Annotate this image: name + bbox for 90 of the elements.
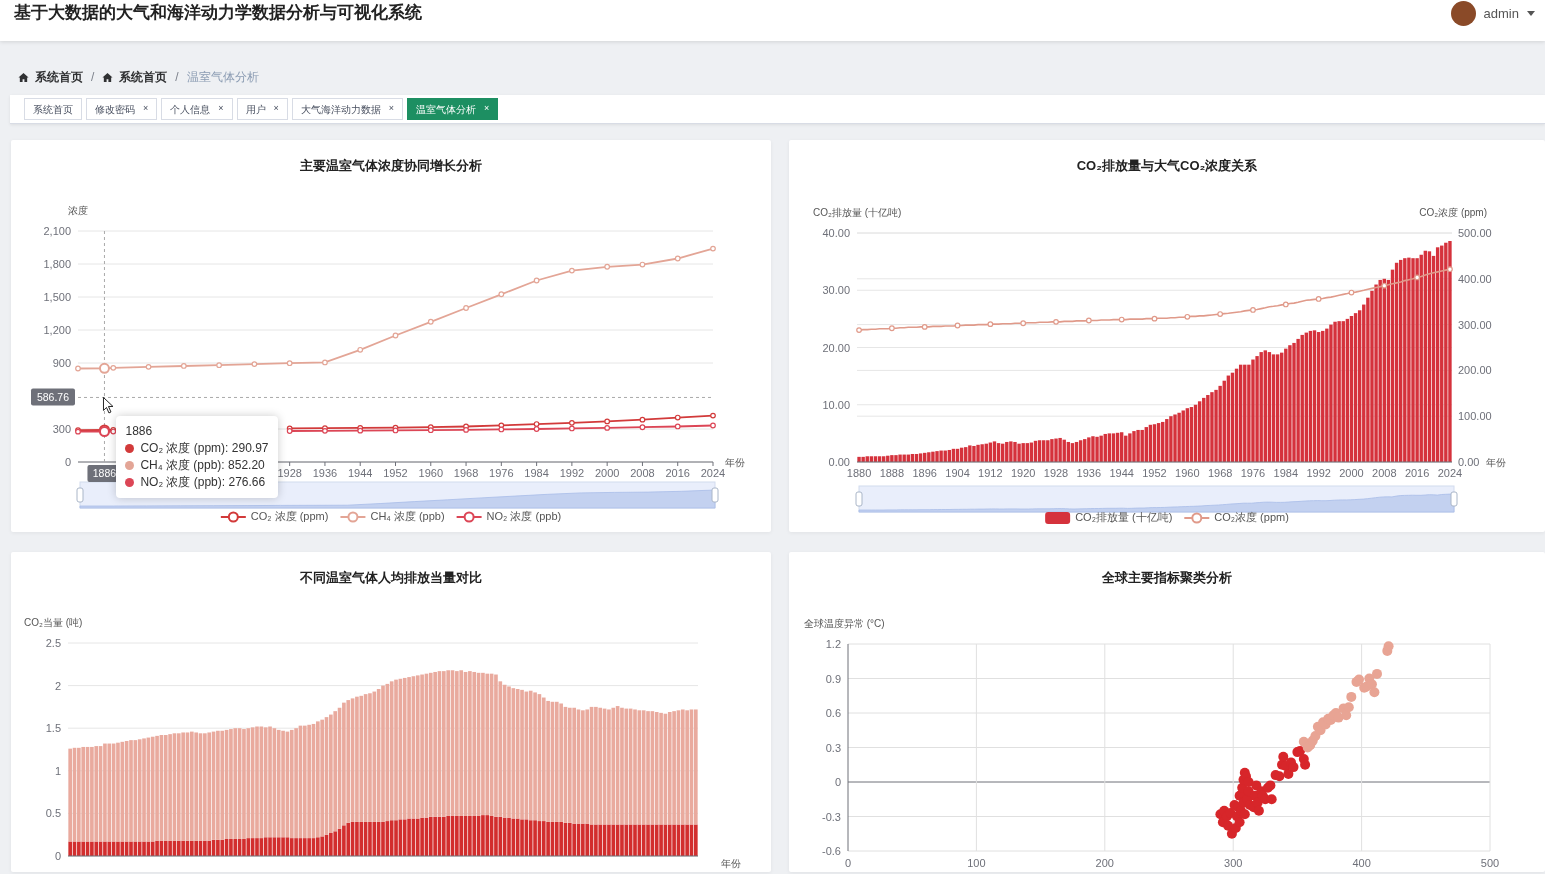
axis-title: CO₂当量 (吨) [24,617,83,628]
axis-label: 1944 [1109,467,1134,479]
breadcrumb-current: 温室气体分析 [186,69,259,86]
breadcrumb-separator: / [175,69,179,86]
axis-label: 0.00 [828,456,850,468]
axis-label: 1960 [1175,467,1200,479]
axis-label: 1976 [489,467,514,479]
axis-label: 1968 [1207,467,1233,479]
axis-label: 1928 [277,467,302,479]
axis-label: -0.6 [822,845,841,857]
axis-label: 10.00 [822,398,850,411]
axis-title: 全球温度异常 (°C) [804,618,885,629]
axis-label: 1920 [1010,467,1036,479]
tooltip-row: CH₄ 浓度 (ppb): 852.20 [140,457,265,475]
breadcrumb-separator: / [91,69,95,86]
axis-label: 0 [54,850,61,862]
axis-label: 200 [1095,857,1114,869]
axis-label: 2024 [700,467,726,479]
axis-title: CO₂排放量 (十亿吨) [813,207,902,218]
axis-label: 1,500 [43,291,71,303]
axis-label: 1896 [912,467,937,479]
axis-title: 年份 [1486,457,1506,468]
axis-label: 1992 [559,467,585,479]
axis-label: 1976 [1240,467,1266,479]
axis-label: 300.00 [1458,318,1492,331]
axis-label: 0 [64,456,71,468]
axis-label: 2000 [1339,467,1364,479]
axis-label: 1952 [1142,467,1167,479]
axis-label: 1992 [1306,467,1331,479]
axis-label: 1960 [418,467,443,479]
tooltip-row: NO₂ 浓度 (ppb): 276.66 [140,474,266,492]
axis-label: 400.00 [1458,272,1492,285]
axis-label: 1888 [879,467,905,479]
axis-label: 2016 [665,467,690,479]
axis-label: 2000 [594,467,620,479]
axis-label: 30.00 [822,284,850,297]
axis-label: 0.9 [825,672,841,685]
axis-label: 1 [54,764,61,777]
axis-label: 0.5 [45,807,61,820]
axis-label: 300 [52,423,71,435]
axis-label: 400 [1352,857,1371,869]
axis-label: 1984 [1273,467,1299,479]
axis-title: CO₂浓度 (ppm) [1419,207,1487,218]
axis-label: -0.3 [822,810,841,823]
axis-label: 100 [967,857,986,869]
axis-label: 0.00 [1458,456,1480,468]
axis-label: 0.6 [825,707,841,719]
axis-label: 40.00 [822,227,850,239]
axis-label: 0 [844,857,852,869]
axis-label: 0 [834,776,841,788]
axis-label: 1.5 [45,722,61,735]
axis-label: 1984 [524,467,549,479]
axis-label: 2,100 [43,225,71,237]
axis-label: 1944 [348,467,373,479]
axis-label: 100.00 [1458,410,1492,423]
axis-label: 1936 [312,467,338,479]
axis-title: 浓度 [68,205,88,216]
axis-label: 1,200 [43,324,71,336]
axis-label: 2008 [630,467,655,479]
axis-label: 1880 [846,467,872,479]
axis-label: 2024 [1437,467,1463,479]
chart-title: CO₂排放量与大气CO₂浓度关系 [1075,157,1259,175]
axis-label: 1968 [453,467,479,479]
pointer-value-label: 586.76 [31,388,75,406]
chart-title: 主要温室气体浓度协同增长分析 [299,157,483,175]
axis-label: 2.5 [45,637,61,649]
axis-title: 年份 [725,457,745,468]
axis-title: 年份 [721,858,741,869]
axis-label: 300 [1224,857,1243,869]
axis-label: 2016 [1404,467,1430,479]
axis-label: 1904 [945,467,970,479]
axis-label: 500.00 [1458,227,1492,239]
axis-label: 0.3 [825,741,841,754]
axis-label: 200.00 [1458,364,1492,377]
chart-title: 不同温室气体人均排放当量对比 [299,569,483,587]
axis-label: 1.2 [825,638,841,650]
app-title: 基于大数据的大气和海洋动力学数据分析与可视化系统 [14,1,422,24]
axis-label: 1,800 [43,258,71,270]
axis-label: 500 [1480,857,1500,869]
axis-label: 20.00 [822,341,850,354]
axis-label: 2008 [1372,467,1397,479]
tooltip-title: 1886 [125,423,154,441]
axis-label: 900 [52,357,71,369]
axis-label: 2 [54,679,61,692]
axis-label: 1928 [1043,467,1069,479]
axis-label: 1952 [383,467,408,479]
axis-label: 1912 [978,467,1003,479]
tooltip-row: CO₂ 浓度 (ppm): 290.97 [140,440,269,458]
axis-label: 1936 [1076,467,1102,479]
chart-title: 全球主要指标聚类分析 [1101,569,1233,587]
